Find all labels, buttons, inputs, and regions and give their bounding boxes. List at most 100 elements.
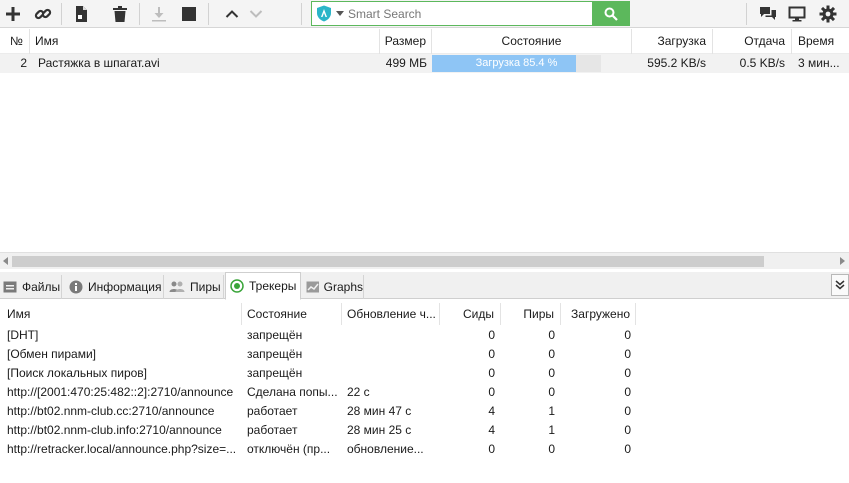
column-header-tracker-status[interactable]: Состояние: [242, 303, 342, 325]
delete-button[interactable]: [108, 2, 132, 26]
tracker-update: 28 мин 25 с: [347, 423, 412, 437]
tracker-name: [Поиск локальных пиров]: [7, 366, 148, 380]
tracker-row[interactable]: [DHT] запрещён 0 0 0: [0, 326, 849, 345]
settings-button[interactable]: [816, 2, 840, 26]
tracker-row[interactable]: [Поиск локальных пиров] запрещён 0 0 0: [0, 364, 849, 383]
collapse-panel-button[interactable]: [831, 274, 849, 296]
column-header-number[interactable]: №: [0, 29, 30, 54]
tab-label: Graphs: [323, 280, 363, 294]
scroll-right-arrow-icon[interactable]: [840, 257, 845, 265]
create-file-icon: [76, 6, 87, 22]
tracker-row[interactable]: http://retracker.local/announce.php?size…: [0, 440, 849, 459]
tracker-status: отключён (пр...: [247, 442, 331, 456]
column-header-peers[interactable]: Пиры: [501, 303, 561, 325]
tracker-name: [DHT]: [7, 328, 39, 342]
toolbar-separator: [301, 3, 302, 25]
trackers-icon: [230, 279, 244, 293]
tracker-update: обновление...: [347, 442, 424, 456]
column-header-tracker-name[interactable]: Имя: [0, 303, 242, 325]
tracker-downloaded: 0: [624, 442, 631, 456]
settings-icon: [819, 5, 837, 23]
add-torrent-button[interactable]: [1, 2, 25, 26]
column-header-download[interactable]: Загрузка: [632, 29, 713, 54]
chat-button[interactable]: [756, 2, 780, 26]
smart-search-box: [311, 1, 630, 26]
tracker-update: [347, 364, 439, 383]
torrent-number: 2: [20, 56, 27, 70]
move-up-icon: [225, 10, 239, 18]
tracker-downloaded: 0: [624, 328, 631, 342]
move-down-button[interactable]: [244, 2, 268, 26]
chat-icon: [760, 7, 776, 20]
tracker-row[interactable]: http://bt02.nnm-club.cc:2710/announce ра…: [0, 402, 849, 421]
stop-icon: [182, 7, 196, 21]
tab-files[interactable]: Файлы: [0, 275, 62, 299]
remote-icon: [788, 6, 806, 22]
add-icon: [6, 7, 20, 21]
tracker-row[interactable]: http://bt02.nnm-club.info:2710/announce …: [0, 421, 849, 440]
tab-graphs[interactable]: Graphs: [302, 275, 364, 299]
torrent-list-header: № Имя Размер Состояние Загрузка Отдача В…: [0, 29, 849, 54]
tracker-name: http://[2001:470:25:482::2]:2710/announc…: [7, 385, 234, 399]
peers-icon: [169, 281, 185, 292]
column-header-status[interactable]: Состояние: [432, 29, 632, 54]
scrollbar-thumb[interactable]: [12, 256, 764, 267]
tracker-seeds: 0: [488, 347, 495, 361]
move-up-button[interactable]: [220, 2, 244, 26]
tracker-seeds: 0: [488, 442, 495, 456]
tracker-downloaded: 0: [624, 423, 631, 437]
column-header-name[interactable]: Имя: [30, 29, 380, 54]
tracker-update: 28 мин 47 с: [347, 404, 412, 418]
tracker-peers: 0: [548, 328, 555, 342]
column-header-size[interactable]: Размер: [380, 29, 432, 54]
search-button[interactable]: [592, 2, 629, 25]
toolbar-separator: [139, 3, 140, 25]
stop-button[interactable]: [177, 2, 201, 26]
tracker-update: [347, 345, 439, 364]
tracker-downloaded: 0: [624, 385, 631, 399]
search-input[interactable]: [348, 5, 588, 22]
graphs-icon: [306, 281, 319, 293]
torrent-upload-speed: 0.5 KB/s: [739, 56, 785, 70]
tab-peers[interactable]: Пиры: [166, 275, 224, 299]
link-icon: [34, 8, 52, 20]
tracker-update: [347, 326, 439, 345]
torrent-row[interactable]: 2 Растяжка в шпагат.avi 499 МБ Загрузка …: [0, 54, 849, 73]
tracker-status: запрещён: [247, 328, 303, 342]
column-header-seeds[interactable]: Сиды: [440, 303, 501, 325]
tracker-downloaded: 0: [624, 404, 631, 418]
shield-logo-icon[interactable]: [316, 5, 332, 22]
tracker-seeds: 4: [488, 404, 495, 418]
tab-label: Пиры: [190, 280, 221, 294]
tracker-peers: 0: [548, 442, 555, 456]
delete-icon: [113, 6, 127, 22]
tracker-peers: 0: [548, 366, 555, 380]
column-header-update[interactable]: Обновление ч...: [342, 303, 440, 325]
tab-information[interactable]: Информация: [66, 275, 164, 299]
horizontal-scrollbar[interactable]: [0, 252, 849, 269]
tracker-seeds: 4: [488, 423, 495, 437]
toolbar-separator: [61, 3, 62, 25]
tab-label: Трекеры: [249, 279, 297, 293]
toolbar: [0, 0, 849, 28]
column-header-time[interactable]: Время: [792, 29, 849, 54]
add-link-button[interactable]: [31, 2, 55, 26]
start-button[interactable]: [147, 2, 171, 26]
tracker-seeds: 0: [488, 385, 495, 399]
tracker-status: работает: [247, 404, 298, 418]
column-header-upload[interactable]: Отдача: [713, 29, 792, 54]
tracker-row[interactable]: [Обмен пирами] запрещён 0 0 0: [0, 345, 849, 364]
tracker-peers: 1: [548, 423, 555, 437]
tab-label: Информация: [88, 280, 162, 294]
tracker-row[interactable]: http://[2001:470:25:482::2]:2710/announc…: [0, 383, 849, 402]
torrent-size: 499 МБ: [385, 56, 427, 70]
tracker-status: запрещён: [247, 366, 303, 380]
tab-trackers[interactable]: Трекеры: [225, 272, 301, 300]
column-header-downloaded[interactable]: Загружено: [561, 303, 636, 325]
create-torrent-button[interactable]: [69, 2, 93, 26]
toolbar-separator: [746, 3, 747, 25]
search-provider-dropdown[interactable]: [336, 11, 344, 16]
scroll-left-arrow-icon[interactable]: [3, 257, 8, 265]
remote-button[interactable]: [785, 2, 809, 26]
tracker-name: http://bt02.nnm-club.cc:2710/announce: [7, 404, 215, 418]
